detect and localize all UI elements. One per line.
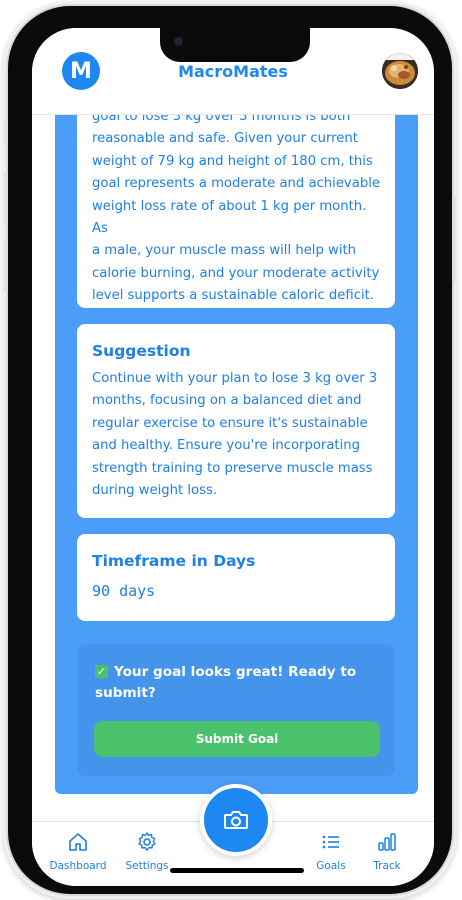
nav-label-track: Track: [373, 860, 401, 872]
screen: M MacroMates goal to lose 3 kg over 3 mo…: [32, 28, 434, 886]
submit-message: ✓ Your goal looks great! Ready to submit?: [95, 662, 375, 704]
list-icon: [322, 835, 339, 849]
notch: [160, 28, 310, 62]
timeframe-value: 90 days: [92, 582, 156, 600]
nav-label-dashboard: Dashboard: [49, 860, 107, 872]
home-indicator: [170, 868, 304, 873]
analysis-line: weight loss rate of about 1 kg per month…: [92, 198, 367, 237]
home-icon: [69, 833, 87, 851]
analysis-line: goal represents a moderate and achievabl…: [92, 176, 380, 192]
camera-icon: [224, 811, 248, 829]
food-avatar-image: [382, 53, 418, 89]
submit-message-text: Your goal looks great! Ready to submit?: [95, 664, 357, 701]
nav-item-dashboard[interactable]: Dashboard: [43, 830, 113, 872]
camera-button[interactable]: [200, 784, 272, 856]
nav-item-track[interactable]: Track: [352, 830, 422, 872]
phone-frame: M MacroMates goal to lose 3 kg over 3 mo…: [4, 6, 456, 894]
avatar[interactable]: [382, 53, 418, 89]
front-camera: [174, 37, 183, 46]
suggestion-card: Suggestion Continue with your plan to lo…: [77, 324, 395, 518]
nav-item-settings[interactable]: Settings: [112, 830, 182, 872]
analysis-line: level supports a sustainable caloric def…: [92, 288, 374, 304]
analysis-line: weight of 79 kg and height of 180 cm, th…: [92, 153, 373, 169]
timeframe-title: Timeframe in Days: [92, 552, 256, 570]
bar-chart-icon: [378, 833, 396, 851]
app-title: MacroMates: [178, 62, 288, 81]
analysis-card: goal to lose 3 kg over 3 months is both …: [77, 104, 395, 308]
analysis-line: reasonable and safe. Given your current: [92, 131, 358, 147]
submit-panel: ✓ Your goal looks great! Ready to submit?…: [77, 644, 395, 776]
timeframe-card: Timeframe in Days 90 days: [77, 534, 395, 621]
volume-down-button: [4, 238, 7, 292]
suggestion-title: Suggestion: [92, 342, 191, 360]
checkmark-icon: ✓: [95, 665, 108, 678]
goal-review-panel[interactable]: goal to lose 3 kg over 3 months is both …: [55, 104, 418, 794]
gear-icon: [138, 832, 156, 851]
mute-switch: [4, 118, 7, 146]
volume-up-button: [4, 172, 7, 226]
power-button: [453, 196, 456, 282]
analysis-line: a male, your muscle mass will help with: [92, 243, 357, 259]
suggestion-text: Continue with your plan to lose 3 kg ove…: [92, 371, 378, 499]
analysis-line: calorie burning, and your moderate activ…: [92, 265, 380, 281]
submit-goal-button[interactable]: Submit Goal: [94, 721, 380, 757]
